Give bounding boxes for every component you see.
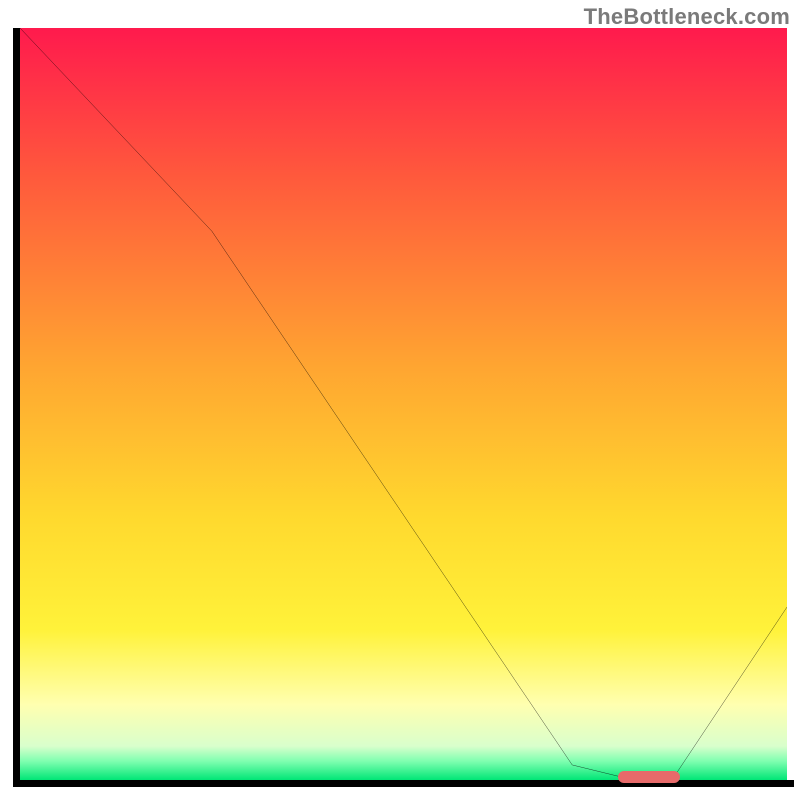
optimal-range-marker <box>618 771 679 783</box>
y-axis-line <box>13 28 20 787</box>
gradient-background <box>20 28 787 780</box>
chart-canvas: TheBottleneck.com <box>0 0 800 800</box>
watermark-text: TheBottleneck.com <box>584 4 790 30</box>
plot-area <box>20 28 787 780</box>
